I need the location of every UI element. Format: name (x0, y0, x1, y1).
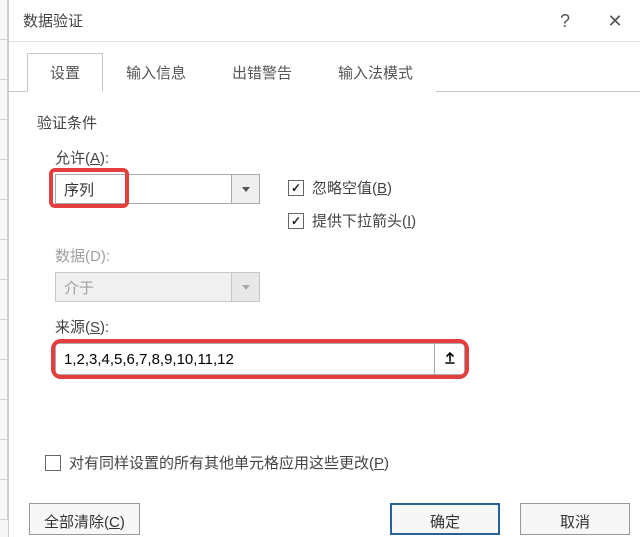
tab-ime-mode[interactable]: 输入法模式 (315, 53, 436, 92)
source-label: 来源(S): (55, 316, 612, 337)
tab-settings[interactable]: 设置 (27, 53, 103, 92)
cancel-button[interactable]: 取消 (520, 503, 630, 535)
chevron-down-icon (242, 285, 250, 290)
data-validation-dialog: 数据验证 ? ✕ 设置 输入信息 出错警告 输入法模式 验证条件 允许(A): … (8, 0, 640, 537)
data-select-value: 介于 (56, 273, 231, 301)
allow-select-chevron[interactable] (231, 175, 259, 203)
ignore-blank-checkbox[interactable]: 忽略空值(B) (288, 177, 416, 198)
data-select: 介于 (55, 272, 260, 302)
apply-to-all-checkbox[interactable]: 对有同样设置的所有其他单元格应用这些更改(P) (45, 452, 389, 473)
titlebar-controls: ? ✕ (540, 0, 640, 41)
in-cell-dropdown-checkbox[interactable]: 提供下拉箭头(I) (288, 210, 416, 231)
dialog-footer: 全部清除(C) 确定 取消 (29, 503, 640, 537)
allow-select[interactable]: 序列 (55, 174, 260, 204)
range-picker-button[interactable] (434, 344, 464, 374)
source-input[interactable] (56, 344, 434, 374)
allow-label: 允许(A): (55, 147, 612, 168)
spreadsheet-background (0, 0, 8, 537)
titlebar: 数据验证 ? ✕ (9, 0, 640, 42)
validation-criteria-label: 验证条件 (37, 112, 612, 133)
dialog-title: 数据验证 (23, 10, 83, 31)
help-button[interactable]: ? (540, 0, 590, 42)
checkbox-icon (45, 455, 61, 471)
checkbox-icon (288, 213, 304, 229)
settings-panel: 验证条件 允许(A): 序列 忽略空值(B) (9, 92, 640, 385)
tab-strip: 设置 输入信息 出错警告 输入法模式 (9, 42, 640, 92)
allow-select-value: 序列 (56, 175, 231, 203)
ok-button[interactable]: 确定 (390, 503, 500, 535)
range-picker-icon (443, 351, 457, 368)
chevron-down-icon (242, 187, 250, 192)
checkbox-icon (288, 180, 304, 196)
tab-input-message[interactable]: 输入信息 (103, 53, 209, 92)
close-button[interactable]: ✕ (590, 0, 640, 42)
data-select-chevron (231, 273, 259, 301)
data-label: 数据(D): (55, 245, 612, 266)
clear-all-button[interactable]: 全部清除(C) (29, 503, 140, 535)
source-input-wrap (55, 343, 465, 375)
tab-error-alert[interactable]: 出错警告 (209, 53, 315, 92)
